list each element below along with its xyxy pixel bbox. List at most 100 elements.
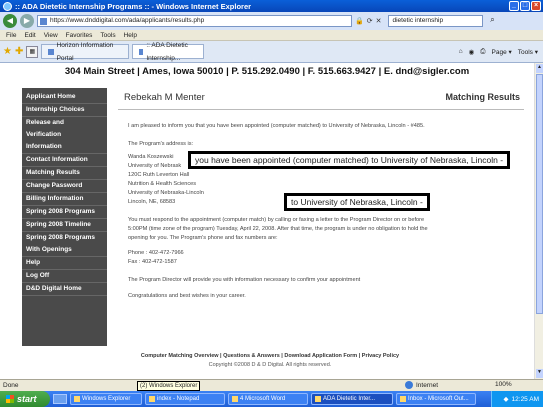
forward-button[interactable]: ▶: [20, 14, 34, 28]
task-label: Inbox - Microsoft Out...: [408, 396, 469, 402]
outlook-icon: [400, 396, 406, 402]
zoom-callout-university: to University of Nebraska, Lincoln -: [284, 193, 430, 211]
refresh-icon[interactable]: ⟳: [367, 17, 373, 25]
stop-icon[interactable]: ✕: [376, 17, 382, 25]
scroll-down-arrow[interactable]: ▼: [536, 369, 543, 378]
sidebar-item-log-off[interactable]: Log Off: [22, 270, 107, 283]
intro-paragraph: I am pleased to inform you that you have…: [128, 123, 425, 129]
copyright: Copyright ©2008 D & D Digital. All right…: [208, 362, 332, 368]
tools-menu[interactable]: Tools ▾: [518, 48, 538, 56]
respond-paragraph-line: opening for you. The Program's phone and…: [128, 235, 278, 241]
sidebar-item-spring-openings[interactable]: Spring 2008 Programs: [22, 232, 107, 244]
page-icon: [139, 48, 144, 55]
taskbar-item-outlook[interactable]: Inbox - Microsoft Out...: [396, 393, 476, 405]
sidebar-item-information[interactable]: Information: [22, 141, 107, 154]
sidebar-item-billing[interactable]: Billing Information: [22, 193, 107, 206]
minimize-button[interactable]: _: [509, 1, 519, 11]
menu-view[interactable]: View: [44, 32, 58, 39]
respond-paragraph-line: 5:00PM (time zone of the program) Tuesda…: [128, 226, 428, 232]
page-icon: [40, 18, 47, 25]
sidebar-item-applicant-home[interactable]: Applicant Home: [22, 91, 107, 104]
menu-favorites[interactable]: Favorites: [66, 32, 93, 39]
content-header: Rebekah M Menter Matching Results: [118, 88, 524, 110]
sidebar-item-internship-choices[interactable]: Internship Choices: [22, 104, 107, 117]
sidebar-item-with-openings[interactable]: With Openings: [22, 244, 107, 257]
zone-label: Internet: [416, 381, 439, 389]
tab-horizon[interactable]: Horizon Information Portal: [41, 42, 130, 62]
taskbar-item-word[interactable]: 4 Microsoft Word: [228, 393, 308, 405]
status-text: Done: [3, 382, 19, 389]
taskbar-item-notepad[interactable]: index - Notepad: [145, 393, 225, 405]
address-row: ◀ ▶ https://www.dnddigital.com/ada/appli…: [0, 12, 543, 30]
tray-icon[interactable]: ◆: [504, 395, 509, 403]
feeds-icon[interactable]: ◉: [469, 48, 475, 56]
status-bar: Done Internet 100%: [0, 379, 543, 391]
print-icon[interactable]: ⎙: [480, 48, 485, 56]
taskbar-tooltip: (2) Windows Explorer: [137, 381, 201, 391]
menu-edit[interactable]: Edit: [24, 32, 35, 39]
menu-file[interactable]: File: [6, 32, 16, 39]
address-line: 120C Ruth Leverton Hall: [128, 172, 190, 178]
tab-label: :: ADA Dietetic Internship...: [146, 41, 188, 62]
security-zone: Internet: [405, 381, 438, 389]
sidebar-item-change-password[interactable]: Change Password: [22, 180, 107, 193]
respond-paragraph-line: You must respond to the appointment (com…: [128, 217, 425, 223]
task-label: index - Notepad: [157, 396, 200, 402]
menu-tools[interactable]: Tools: [100, 32, 115, 39]
back-button[interactable]: ◀: [3, 14, 17, 28]
sidebar-item-release[interactable]: Release and: [22, 117, 107, 129]
task-label: 4 Microsoft Word: [240, 396, 286, 402]
applicant-name: Rebekah M Menter: [124, 92, 205, 103]
sidebar-nav: Applicant Home Internship Choices Releas…: [22, 88, 107, 346]
ie-icon: [315, 396, 321, 402]
sidebar-item-spring-programs[interactable]: Spring 2008 Programs: [22, 206, 107, 219]
tab-bar: ★ ✚ ▦ Horizon Information Portal :: ADA …: [0, 41, 543, 63]
address-label: The Program's address is:: [128, 141, 194, 147]
sidebar-item-contact[interactable]: Contact Information: [22, 154, 107, 167]
page-footer: Computer Matching Overview | Questions &…: [115, 353, 425, 368]
notepad-icon: [149, 396, 155, 402]
scroll-up-arrow[interactable]: ▲: [536, 64, 543, 73]
sidebar-item-matching-results[interactable]: Matching Results: [22, 167, 107, 180]
footer-links[interactable]: Computer Matching Overview | Questions &…: [115, 353, 425, 359]
taskbar-item-explorer[interactable]: Windows Explorer: [70, 393, 142, 405]
ie-logo-icon: [3, 1, 12, 11]
home-icon[interactable]: ⌂: [459, 48, 463, 56]
page-menu[interactable]: Page ▾: [492, 48, 512, 56]
director-paragraph: The Program Director will provide you wi…: [128, 277, 361, 283]
page-icon: [48, 48, 54, 55]
quick-tabs-icon[interactable]: ▦: [26, 45, 39, 58]
start-button[interactable]: start: [0, 391, 50, 407]
lock-icon[interactable]: 🔒: [355, 17, 364, 25]
sidebar-item-spring-timeline[interactable]: Spring 2008 Timeline: [22, 219, 107, 232]
web-page: 304 Main Street | Ames, Iowa 50010 | P. …: [0, 63, 543, 379]
folder-icon: [74, 396, 80, 402]
add-favorite-icon[interactable]: ✚: [15, 46, 23, 57]
sidebar-item-dnd-home[interactable]: D&D Digital Home: [22, 283, 107, 296]
task-label: ADA Dietetic Inter...: [323, 396, 376, 402]
vertical-scrollbar[interactable]: ▲ ▼: [534, 63, 543, 379]
tab-label: Horizon Information Portal: [56, 41, 114, 62]
maximize-button[interactable]: □: [520, 1, 530, 11]
scroll-thumb[interactable]: [536, 74, 543, 314]
command-bar: ⌂ ◉ ⎙ Page ▾ Tools ▾: [459, 48, 543, 56]
menu-help[interactable]: Help: [124, 32, 137, 39]
address-bar[interactable]: https://www.dnddigital.com/ada/applicant…: [37, 15, 352, 27]
sidebar-item-verification[interactable]: Verification: [22, 129, 107, 141]
window-title: :: ADA Dietetic Internship Programs :: -…: [15, 1, 252, 11]
search-input[interactable]: dietetic internship: [388, 15, 484, 27]
sidebar-item-help[interactable]: Help: [22, 257, 107, 270]
congrats-paragraph: Congratulations and best wishes in your …: [128, 293, 246, 299]
task-label: Windows Explorer: [82, 396, 131, 402]
window-title-bar: :: ADA Dietetic Internship Programs :: -…: [0, 0, 543, 12]
system-tray: ◆ 12:25 AM: [491, 391, 543, 407]
favorites-star-icon[interactable]: ★: [3, 46, 12, 57]
zoom-level[interactable]: 100%: [495, 381, 512, 388]
taskbar-item-ie[interactable]: ADA Dietetic Inter...: [311, 393, 393, 405]
fax-number: Fax : 402-472-1587: [128, 259, 177, 265]
search-icon[interactable]: ⌕: [486, 15, 498, 27]
windows-flag-icon: [6, 395, 14, 403]
close-button[interactable]: ×: [531, 1, 541, 11]
tab-ada[interactable]: :: ADA Dietetic Internship...: [132, 42, 205, 62]
quick-launch-icon[interactable]: [53, 394, 67, 404]
